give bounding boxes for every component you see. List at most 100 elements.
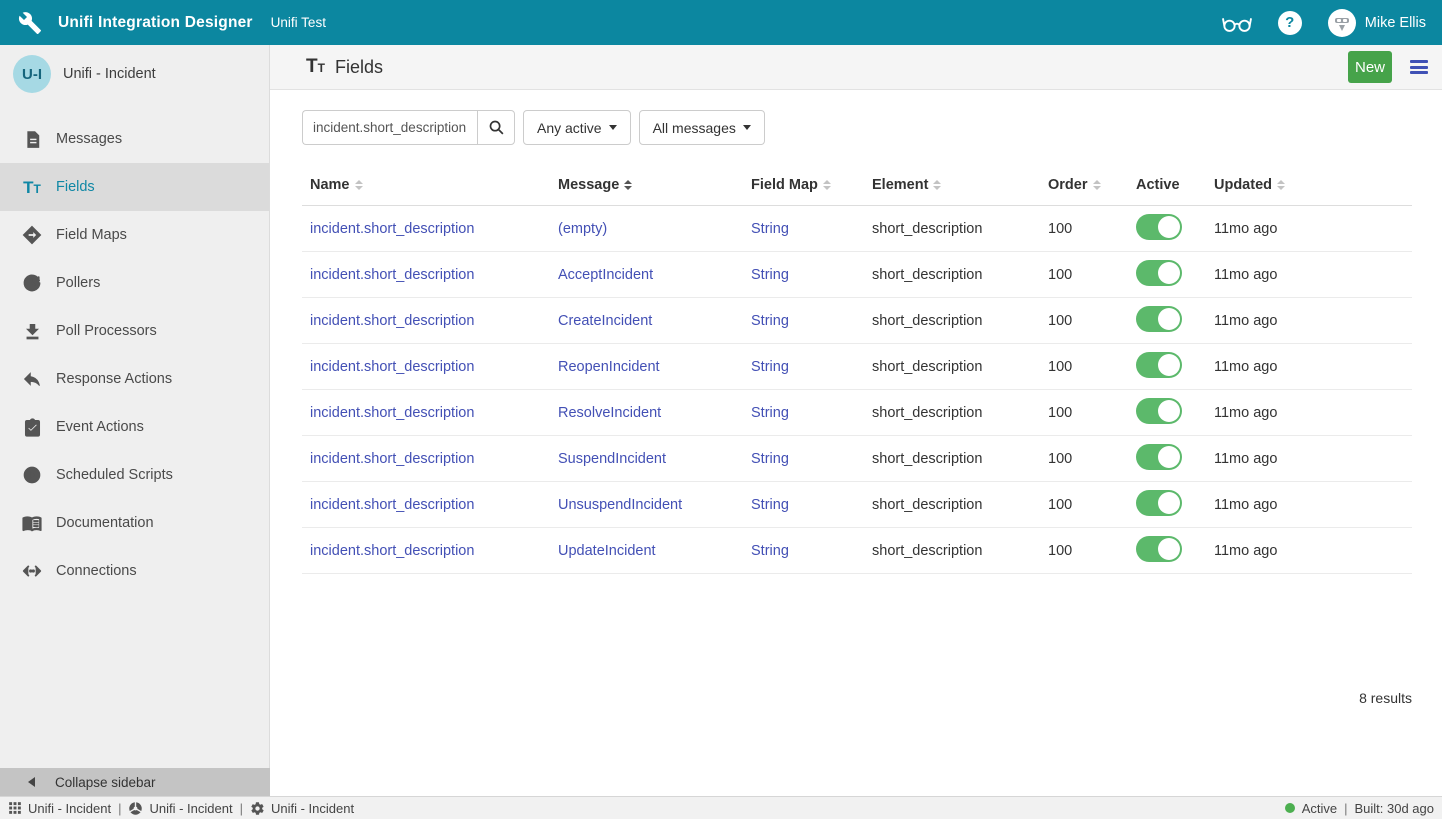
active-toggle[interactable] [1136, 444, 1182, 470]
column-header-updated[interactable]: Updated [1206, 167, 1412, 205]
field-map-link[interactable]: String [751, 221, 789, 237]
active-filter-dropdown[interactable]: Any active [523, 110, 631, 145]
message-link[interactable]: (empty) [558, 221, 607, 237]
order-cell: 100 [1040, 313, 1128, 329]
field-map-link[interactable]: String [751, 313, 789, 329]
field-map-link[interactable]: String [751, 451, 789, 467]
order-cell: 100 [1040, 405, 1128, 421]
search-input[interactable] [302, 110, 477, 145]
sidebar-item-event-actions[interactable]: Event Actions [0, 403, 269, 451]
field-name-link[interactable]: incident.short_description [310, 497, 474, 513]
active-toggle[interactable] [1136, 260, 1182, 286]
statusbar-item-2[interactable]: Unifi - Incident [250, 801, 354, 816]
field-name-link[interactable]: incident.short_description [310, 267, 474, 283]
table-row: incident.short_description (empty) Strin… [302, 206, 1412, 252]
field-map-link[interactable]: String [751, 267, 789, 283]
table-header-row: Name Message Field Map Element Order Act… [302, 167, 1412, 206]
table-row: incident.short_description AcceptInciden… [302, 252, 1412, 298]
table-row: incident.short_description UnsuspendInci… [302, 482, 1412, 528]
user-name[interactable]: Mike Ellis [1365, 15, 1426, 31]
field-name-link[interactable]: incident.short_description [310, 313, 474, 329]
message-link[interactable]: ReopenIncident [558, 359, 660, 375]
status-bar: Unifi - Incident | Unifi - Incident | Un… [0, 796, 1442, 819]
toggle-knob [1158, 262, 1180, 284]
environment-label[interactable]: Unifi Test [271, 15, 326, 30]
help-icon[interactable]: ? [1278, 11, 1302, 35]
sidebar-item-fields[interactable]: TT Fields [0, 163, 269, 211]
gear-icon [250, 801, 265, 816]
sort-icon-active [624, 180, 632, 190]
field-name-link[interactable]: incident.short_description [310, 405, 474, 421]
sort-icon [1277, 180, 1285, 190]
sidebar-item-response-actions[interactable]: Response Actions [0, 355, 269, 403]
glasses-icon[interactable] [1222, 12, 1252, 34]
updated-cell: 11mo ago [1206, 313, 1412, 329]
menu-icon[interactable] [1410, 60, 1428, 74]
new-button[interactable]: New [1348, 51, 1392, 83]
search-button[interactable] [477, 110, 515, 145]
message-link[interactable]: UnsuspendIncident [558, 497, 682, 513]
column-header-message[interactable]: Message [550, 167, 743, 205]
updated-cell: 11mo ago [1206, 497, 1412, 513]
statusbar-item-0[interactable]: Unifi - Incident [8, 801, 111, 816]
pollers-clock-icon [20, 271, 44, 295]
sidebar-item-poll-processors[interactable]: Poll Processors [0, 307, 269, 355]
toggle-knob [1158, 400, 1180, 422]
message-link[interactable]: ResolveIncident [558, 405, 661, 421]
toggle-knob [1158, 446, 1180, 468]
collapse-sidebar-button[interactable]: Collapse sidebar [0, 768, 270, 796]
updated-cell: 11mo ago [1206, 359, 1412, 375]
text-fields-icon: TT [20, 175, 44, 199]
field-name-link[interactable]: incident.short_description [310, 543, 474, 559]
status-dot-icon [1285, 803, 1295, 813]
active-toggle[interactable] [1136, 490, 1182, 516]
message-link[interactable]: UpdateIncident [558, 543, 656, 559]
sidebar-item-messages[interactable]: Messages [0, 115, 269, 163]
message-link[interactable]: AcceptIncident [558, 267, 653, 283]
active-toggle[interactable] [1136, 306, 1182, 332]
integration-header[interactable]: U-I Unifi - Incident [0, 45, 269, 103]
order-cell: 100 [1040, 543, 1128, 559]
field-name-link[interactable]: incident.short_description [310, 451, 474, 467]
column-header-field-map[interactable]: Field Map [743, 167, 864, 205]
wheel-icon [128, 801, 143, 816]
field-map-link[interactable]: String [751, 497, 789, 513]
sort-icon [823, 180, 831, 190]
field-name-link[interactable]: incident.short_description [310, 359, 474, 375]
field-map-link[interactable]: String [751, 405, 789, 421]
field-name-link[interactable]: incident.short_description [310, 221, 474, 237]
column-header-element[interactable]: Element [864, 167, 1040, 205]
reply-arrow-icon [20, 367, 44, 391]
sidebar-item-documentation[interactable]: Documentation [0, 499, 269, 547]
column-header-active[interactable]: Active [1128, 167, 1206, 205]
sidebar-item-pollers[interactable]: Pollers [0, 259, 269, 307]
column-header-name[interactable]: Name [302, 167, 550, 205]
sidebar-item-scheduled-scripts[interactable]: Scheduled Scripts [0, 451, 269, 499]
sidebar: U-I Unifi - Incident Messages TT Fields … [0, 45, 270, 768]
table-row: incident.short_description UpdateInciden… [302, 528, 1412, 574]
statusbar-item-1[interactable]: Unifi - Incident [128, 801, 232, 816]
updated-cell: 11mo ago [1206, 267, 1412, 283]
field-map-link[interactable]: String [751, 543, 789, 559]
active-toggle[interactable] [1136, 214, 1182, 240]
table-body: incident.short_description (empty) Strin… [302, 206, 1412, 574]
chevron-down-icon [743, 125, 751, 130]
main-panel: TT Fields New Any active All messages [270, 45, 1442, 796]
user-avatar[interactable] [1328, 9, 1356, 37]
message-link[interactable]: SuspendIncident [558, 451, 666, 467]
sidebar-item-connections[interactable]: Connections [0, 547, 269, 595]
field-map-link[interactable]: String [751, 359, 789, 375]
message-link[interactable]: CreateIncident [558, 313, 652, 329]
search-icon [488, 119, 505, 136]
table-row: incident.short_description ReopenInciden… [302, 344, 1412, 390]
active-toggle[interactable] [1136, 352, 1182, 378]
sidebar-item-field-maps[interactable]: Field Maps [0, 211, 269, 259]
active-toggle[interactable] [1136, 536, 1182, 562]
active-toggle[interactable] [1136, 398, 1182, 424]
status-label: Active [1302, 801, 1337, 816]
element-cell: short_description [864, 359, 1040, 375]
order-cell: 100 [1040, 359, 1128, 375]
message-filter-dropdown[interactable]: All messages [639, 110, 765, 145]
column-header-order[interactable]: Order [1040, 167, 1128, 205]
sort-icon [933, 180, 941, 190]
